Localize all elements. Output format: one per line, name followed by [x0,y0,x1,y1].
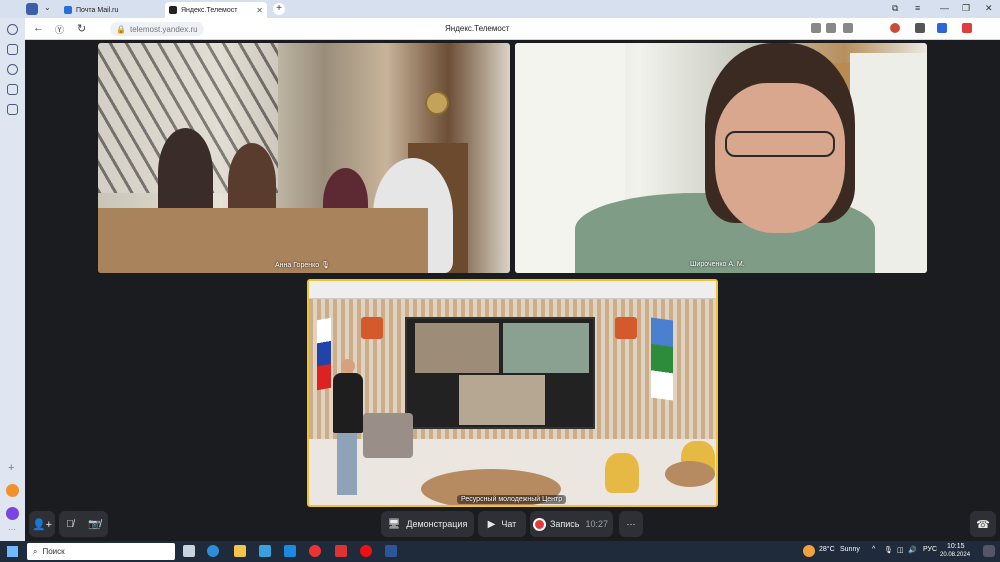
ceiling [309,281,716,299]
participant-name: Широченко А. М. [690,261,745,268]
edge-icon[interactable] [207,545,219,557]
lock-icon: 🔒 [116,24,126,34]
opera-icon[interactable] [360,545,372,557]
search-icon: ⌕ [33,546,38,556]
mail-app-icon[interactable] [284,545,296,557]
add-panel-icon[interactable]: + [8,462,14,474]
add-person-icon: 👤+ [31,518,53,531]
participant-name: Ресурсный молодежный Центр [457,495,567,504]
settings-icon[interactable] [7,104,18,115]
screen-share-icon: 🖥 [387,518,401,530]
file-explorer-icon[interactable] [234,545,246,557]
bookmark-icon[interactable] [843,23,853,33]
sound-icon[interactable] [26,3,38,15]
add-participant-button[interactable]: 👤+ [29,511,55,537]
language-indicator[interactable]: РУС [923,546,937,553]
mail-icon [64,6,72,14]
chat-button[interactable]: ▶ Чат [478,511,526,537]
mic-permission-icon[interactable] [826,23,836,33]
windows-start-icon[interactable] [7,546,18,557]
restore-icon[interactable]: ❐ [962,3,970,14]
extension-icon[interactable] [890,23,900,33]
wall-screen [405,317,595,429]
telemost-icon [169,6,177,14]
more-icon: ⋯ [626,518,636,529]
store-icon[interactable] [259,545,271,557]
mic-muted-icon: 🎙 [321,262,330,269]
collections-sidebar-icon[interactable] [7,44,18,55]
yandex-browser-icon[interactable] [309,545,321,557]
notes-icon[interactable] [7,84,18,95]
close-window-icon[interactable]: ✕ [985,3,993,14]
weather-temp[interactable]: 28°C [819,546,835,553]
tray-chevron-icon[interactable]: ^ [872,546,875,553]
camera-off-button[interactable]: 📷̸ [88,519,100,530]
camera-permission-icon[interactable] [811,23,821,33]
media-controls: 🎙̸ 📷̸ [59,511,108,537]
notifications-icon[interactable] [983,545,995,557]
screen-share-button[interactable]: 🖥 Демонстрация [381,511,474,537]
windows-taskbar: ⌕ Поиск 28°C Sunny ^ 🎙 ◫ 🔊 РУС 10:15 20.… [0,541,1000,562]
word-icon[interactable] [385,545,397,557]
network-icon[interactable]: ◫ [897,546,904,554]
yandex-mail-icon[interactable] [6,484,19,497]
speaker [329,359,365,499]
browser-sidebar: + ··· [0,18,25,541]
downloads-icon[interactable] [915,23,925,33]
tabs-menu-icon[interactable]: ⌄ [44,3,51,12]
participant-video [575,43,875,273]
participant-name: Анна Горенко 🎙 [275,262,330,269]
mic-off-button[interactable]: 🎙̸ [66,519,74,530]
weather-icon [803,545,815,557]
menu-icon[interactable]: ≡ [915,3,920,13]
browser-tab-bar: ⌄ Почта Mail.ru Яндекс.Телемост ✕ + ⧉ ≡ … [0,0,1000,18]
clock-date[interactable]: 20.08.2024 [940,552,970,558]
volume-icon[interactable]: 🔊 [908,546,917,554]
emblem [361,317,383,339]
page-title: Яндекс.Телемост [445,24,510,33]
clock-time[interactable]: 10:15 [947,543,965,550]
close-tab-icon[interactable]: ✕ [256,6,263,15]
play-icon[interactable] [7,64,18,75]
back-icon[interactable]: ← [33,22,44,34]
address-bar: ← Ⓨ ↻ 🔒 telemost.yandex.ru Яндекс.Телемо… [25,18,1000,40]
tab-mail[interactable]: Почта Mail.ru [60,2,160,18]
chat-icon: ▶ [487,518,496,530]
new-tab-button[interactable]: + [273,3,285,15]
mic-tray-icon[interactable]: 🎙 [884,546,893,554]
hangup-button[interactable]: ☎ [970,511,996,537]
record-timer: 10:27 [585,519,609,529]
table [665,461,715,487]
yandex-icon[interactable] [335,545,347,557]
history-icon[interactable] [7,24,18,35]
record-icon [534,519,544,529]
yandex-logo-icon[interactable]: Ⓨ [55,23,64,36]
alice-icon[interactable] [6,507,19,520]
tab-telemost[interactable]: Яндекс.Телемост ✕ [165,2,267,18]
phone-hangup-icon: ☎ [976,518,990,531]
participant-tile-1[interactable]: Анна Горенко 🎙 [98,43,510,273]
emblem [615,317,637,339]
minimize-icon[interactable]: — [940,3,949,13]
weather-text[interactable]: Sunny [840,546,860,553]
collections-icon[interactable]: ⧉ [892,3,898,14]
taskbar-search[interactable]: ⌕ Поиск [27,543,175,560]
url-field[interactable]: 🔒 telemost.yandex.ru [110,22,204,36]
person [158,128,213,218]
participant-tile-2[interactable]: Широченко А. М. [515,43,927,273]
extension-red-icon[interactable] [962,23,972,33]
extension-blue-icon[interactable] [937,23,947,33]
more-button[interactable]: ⋯ [619,511,643,537]
task-view-icon[interactable] [183,545,195,557]
armchair [363,413,413,458]
participant-tile-3[interactable]: Ресурсный молодежный Центр [307,279,718,507]
reload-icon[interactable]: ↻ [77,22,86,35]
record-button[interactable]: Запись 10:27 [530,511,613,537]
flag [651,317,673,401]
wall-clock [425,91,449,115]
more-sidebar-icon[interactable]: ··· [8,525,16,534]
desk [98,208,428,273]
chair [605,453,639,493]
